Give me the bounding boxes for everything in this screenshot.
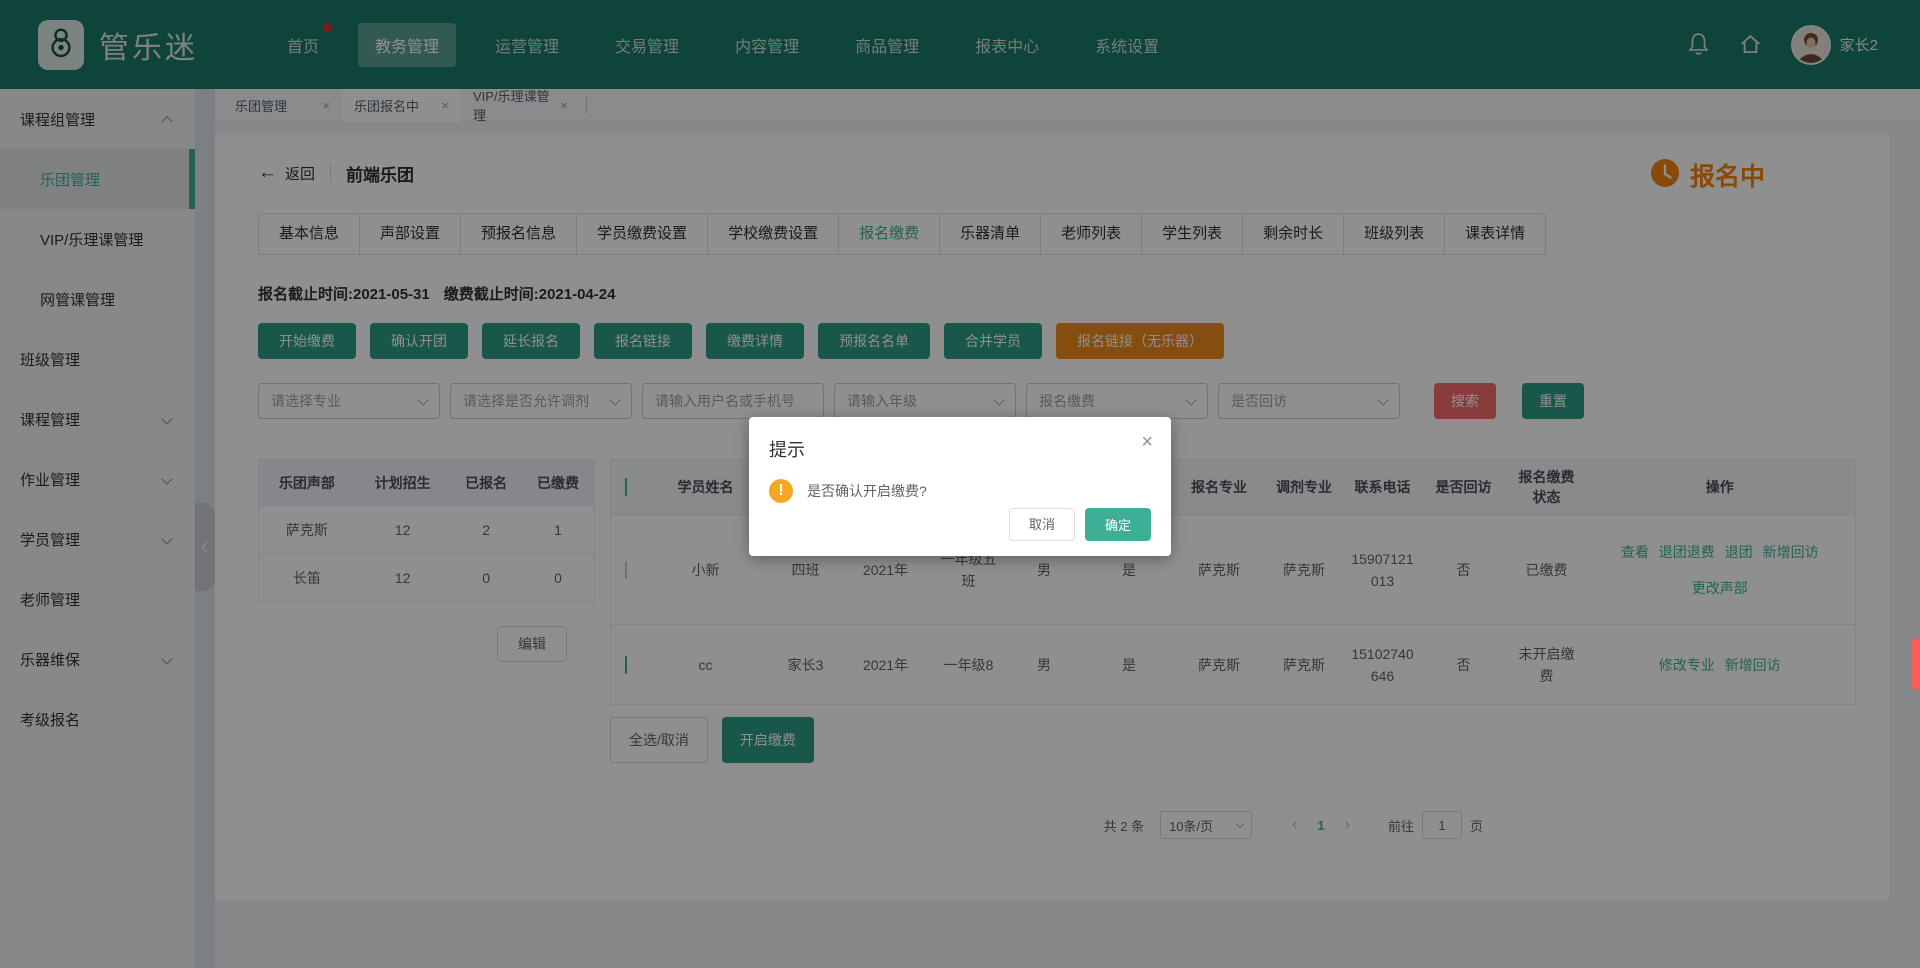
cancel-button[interactable]: 取消: [1009, 508, 1075, 541]
warning-icon: !: [769, 479, 793, 503]
scrollbar-thumb[interactable]: [1912, 638, 1919, 690]
dialog-footer: 取消 确定: [1009, 508, 1151, 541]
dialog-message: 是否确认开启缴费?: [807, 481, 927, 501]
confirm-button[interactable]: 确定: [1085, 508, 1151, 541]
dialog-title: 提示: [769, 436, 1151, 462]
dialog-body: ! 是否确认开启缴费?: [769, 479, 1151, 503]
confirm-dialog: 提示 × ! 是否确认开启缴费? 取消 确定: [749, 417, 1171, 556]
close-icon[interactable]: ×: [1141, 431, 1153, 454]
